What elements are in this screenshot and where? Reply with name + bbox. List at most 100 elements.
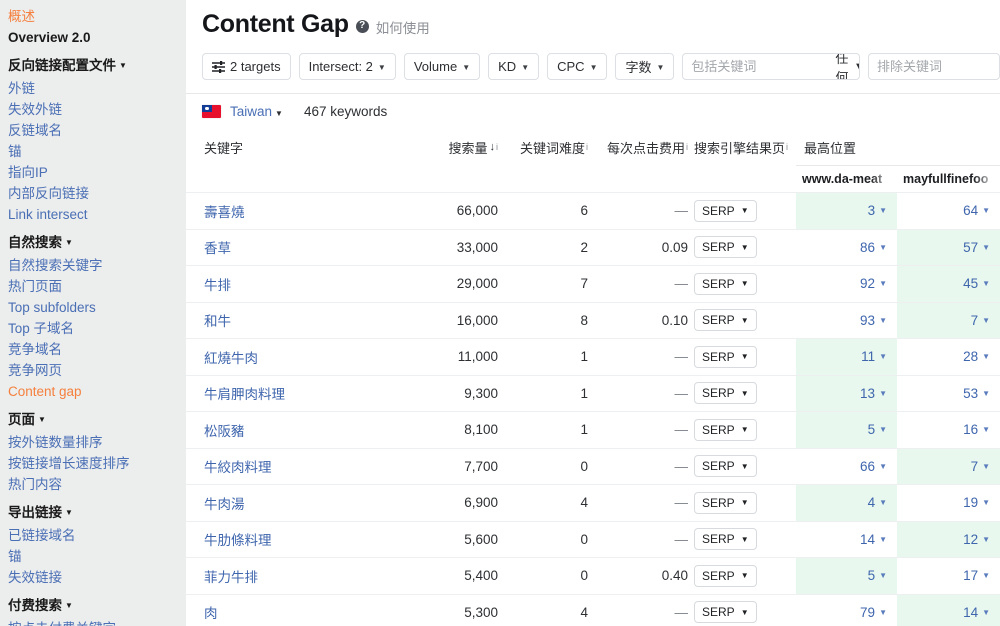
sidebar-item-9[interactable]: Link intersect — [0, 204, 186, 225]
cpc-dropdown[interactable]: CPC ▼ — [547, 53, 608, 80]
position-value-2[interactable]: 19 ▼ — [897, 485, 1000, 521]
sidebar-item-26[interactable]: 付费搜索 ▼ — [0, 595, 186, 618]
sidebar-item-15[interactable]: 竞争域名 — [0, 339, 186, 360]
sidebar-item-27[interactable]: 按点击付费关键字 — [0, 618, 186, 626]
position-value-1[interactable]: 66 ▼ — [796, 449, 897, 485]
sidebar-item-11[interactable]: 自然搜索关键字 — [0, 255, 186, 276]
sidebar-item-4[interactable]: 失效外链 — [0, 99, 186, 120]
sidebar-item-22[interactable]: 导出链接 ▼ — [0, 502, 186, 525]
sidebar-item-7[interactable]: 指向IP — [0, 162, 186, 183]
keyword-link[interactable]: 松阪豬 — [186, 420, 245, 440]
col-cpc[interactable]: 每次点击费用 i — [588, 129, 688, 193]
sidebar-item-2[interactable]: 反向链接配置文件 ▼ — [0, 55, 186, 78]
position-value-2[interactable]: 12 ▼ — [897, 521, 1000, 557]
sidebar-item-23[interactable]: 已链接域名 — [0, 525, 186, 546]
serp-button[interactable]: SERP ▼ — [694, 236, 757, 259]
position-value-2[interactable]: 53 ▼ — [897, 376, 1000, 412]
keyword-link[interactable]: 牛肉湯 — [186, 493, 245, 513]
position-value-2[interactable]: 57 ▼ — [897, 229, 1000, 265]
include-keywords-input[interactable] — [683, 54, 832, 79]
position-value-2[interactable]: 16 ▼ — [897, 412, 1000, 448]
keyword-link[interactable]: 牛肋條料理 — [186, 529, 272, 549]
question-mark-icon[interactable]: ? — [355, 19, 369, 33]
serp-button[interactable]: SERP ▼ — [694, 309, 757, 332]
position-value-2[interactable]: 7 ▼ — [897, 448, 1000, 484]
sidebar-item-20[interactable]: 按链接增长速度排序 — [0, 453, 186, 474]
sidebar-item-21[interactable]: 热门内容 — [0, 474, 186, 495]
include-match-dropdown[interactable]: 任何 ▼ — [831, 54, 859, 79]
sidebar-item-14[interactable]: Top 子域名 — [0, 318, 186, 339]
position-value-1[interactable]: 5 ▼ — [796, 412, 897, 448]
cell-volume: 8,100 — [418, 411, 498, 448]
col-domain-2[interactable]: mayfullfinefoo — [897, 166, 1000, 193]
keyword-link[interactable]: 壽喜燒 — [186, 201, 245, 221]
sidebar-item-24[interactable]: 锚 — [0, 546, 186, 567]
col-volume[interactable]: 搜索量 ↓ i — [418, 129, 498, 193]
position-value-1[interactable]: 86 ▼ — [796, 230, 897, 266]
serp-button[interactable]: SERP ▼ — [694, 199, 757, 222]
keyword-link[interactable]: 香草 — [186, 237, 231, 257]
sidebar-item-13[interactable]: Top subfolders — [0, 297, 186, 318]
intersect-dropdown[interactable]: Intersect: 2 ▼ — [298, 53, 396, 80]
sidebar-item-12[interactable]: 热门页面 — [0, 276, 186, 297]
exclude-keywords-input[interactable] — [869, 54, 999, 79]
serp-button[interactable]: SERP ▼ — [694, 601, 757, 624]
keyword-link[interactable]: 紅燒牛肉 — [186, 347, 258, 367]
sidebar-item-16[interactable]: 竞争网页 — [0, 360, 186, 381]
keyword-link[interactable]: 牛肩胛肉料理 — [186, 383, 285, 403]
col-keyword[interactable]: 关键字 — [186, 129, 418, 193]
position-value-2[interactable]: 64 ▼ — [897, 193, 1000, 229]
position-value-1[interactable]: 4 ▼ — [796, 485, 897, 521]
position-value-2[interactable]: 17 ▼ — [897, 558, 1000, 594]
kd-dropdown[interactable]: KD ▼ — [488, 53, 540, 80]
position-value-1[interactable]: 14 ▼ — [796, 522, 897, 558]
sidebar-item-8[interactable]: 内部反向链接 — [0, 183, 186, 204]
sidebar-item-5[interactable]: 反链域名 — [0, 120, 186, 141]
position-value-1[interactable]: 5 ▼ — [796, 558, 897, 594]
sidebar-item-3[interactable]: 外链 — [0, 78, 186, 99]
serp-button[interactable]: SERP ▼ — [694, 418, 757, 441]
keyword-link[interactable]: 和牛 — [186, 310, 231, 330]
sidebar-item-10[interactable]: 自然搜索 ▼ — [0, 232, 186, 255]
sidebar-item-18[interactable]: 页面 ▼ — [0, 409, 186, 432]
targets-button[interactable]: 2 targets — [202, 53, 291, 80]
cell-keyword: 壽喜燒 — [186, 192, 418, 229]
sidebar-item-19[interactable]: 按外链数量排序 — [0, 432, 186, 453]
col-domain-1[interactable]: www.da-meat — [796, 166, 897, 193]
keyword-link[interactable]: 牛絞肉料理 — [186, 456, 272, 476]
sidebar-item-0[interactable]: 概述 — [0, 6, 186, 27]
country-selector[interactable]: Taiwan ▼ — [230, 104, 283, 119]
position-value-2[interactable]: 7 ▼ — [897, 302, 1000, 338]
cell-position-domain-1: 79 ▼ — [796, 593, 897, 626]
volume-dropdown[interactable]: Volume ▼ — [403, 53, 481, 80]
serp-button[interactable]: SERP ▼ — [694, 455, 757, 478]
col-serp[interactable]: 搜索引擎结果页 i — [688, 129, 796, 193]
serp-button[interactable]: SERP ▼ — [694, 382, 757, 405]
sidebar-item-1[interactable]: Overview 2.0 — [0, 27, 186, 48]
serp-button[interactable]: SERP ▼ — [694, 528, 757, 551]
position-value-2[interactable]: 28 ▼ — [897, 339, 1000, 375]
col-kd[interactable]: 关键词难度 i — [498, 129, 588, 193]
serp-button[interactable]: SERP ▼ — [694, 345, 757, 368]
position-value-1[interactable]: 3 ▼ — [796, 193, 897, 229]
position-value-2[interactable]: 14 ▼ — [897, 594, 1000, 626]
position-value-1[interactable]: 11 ▼ — [796, 339, 897, 375]
position-value-1[interactable]: 93 ▼ — [796, 303, 897, 339]
position-value-1[interactable]: 92 ▼ — [796, 266, 897, 302]
word-count-dropdown[interactable]: 字数 ▼ — [615, 53, 675, 80]
serp-button[interactable]: SERP ▼ — [694, 491, 757, 514]
sidebar-item-17[interactable]: Content gap — [0, 381, 186, 402]
keyword-link[interactable]: 肉 — [186, 602, 218, 622]
sidebar-item-25[interactable]: 失效链接 — [0, 567, 186, 588]
serp-button[interactable]: SERP ▼ — [694, 564, 757, 587]
keyword-link[interactable]: 牛排 — [186, 274, 231, 294]
serp-button[interactable]: SERP ▼ — [694, 272, 757, 295]
sidebar-item-label: 反向链接配置文件 — [8, 58, 116, 73]
sidebar-item-label: Top subfolders — [8, 300, 96, 315]
position-value-1[interactable]: 79 ▼ — [796, 595, 897, 626]
position-value-1[interactable]: 13 ▼ — [796, 375, 897, 411]
how-to-use-link[interactable]: 如何使用 — [376, 17, 430, 37]
position-value-2[interactable]: 45 ▼ — [897, 266, 1000, 302]
sidebar-item-6[interactable]: 锚 — [0, 141, 186, 162]
keyword-link[interactable]: 菲力牛排 — [186, 566, 258, 586]
